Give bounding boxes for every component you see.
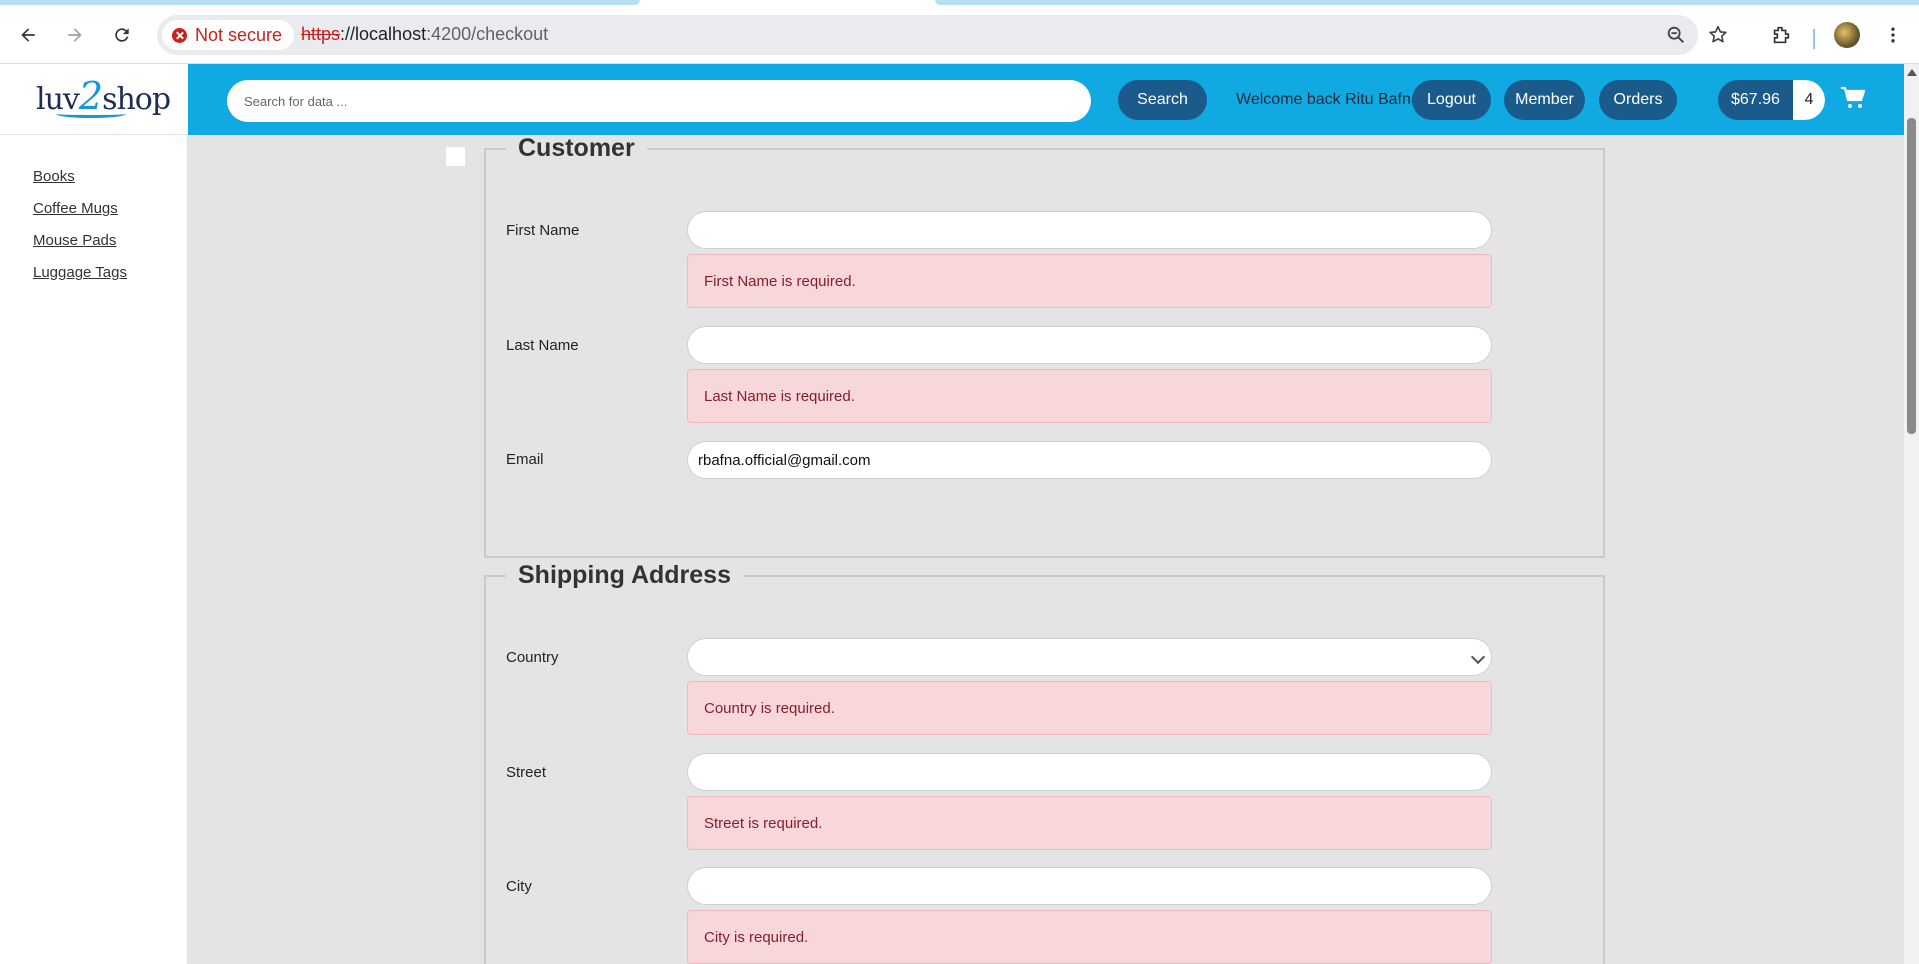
shopping-cart-icon[interactable] bbox=[1840, 86, 1866, 110]
customer-fieldset: Customer First Name First Name is requir… bbox=[484, 135, 1605, 558]
not-secure-icon bbox=[172, 27, 187, 43]
shipping-address-fieldset: Shipping Address Country Country is requ… bbox=[484, 561, 1605, 964]
last-name-label: Last Name bbox=[506, 337, 579, 354]
cart-quantity: 4 bbox=[1792, 80, 1825, 120]
search-button[interactable]: Search bbox=[1118, 80, 1207, 120]
chevron-down-icon bbox=[1470, 649, 1486, 665]
kebab-menu-icon[interactable] bbox=[1877, 19, 1909, 51]
sidebar-item-coffee-mugs[interactable]: Coffee Mugs bbox=[33, 200, 118, 217]
search-input[interactable] bbox=[227, 80, 1091, 122]
toolbar-divider bbox=[1813, 29, 1815, 49]
logo-swoosh bbox=[56, 110, 126, 118]
country-select[interactable] bbox=[687, 638, 1492, 676]
email-label: Email bbox=[506, 451, 544, 468]
checkbox[interactable] bbox=[446, 147, 465, 166]
zoom-icon[interactable] bbox=[1665, 24, 1687, 46]
security-label: Not secure bbox=[195, 24, 283, 45]
orders-button[interactable]: Orders bbox=[1599, 80, 1677, 120]
last-name-error: Last Name is required. bbox=[687, 369, 1492, 423]
cart-total: $67.96 bbox=[1718, 80, 1793, 120]
scroll-up-icon[interactable] bbox=[1907, 69, 1917, 76]
scroll-thumb[interactable] bbox=[1907, 118, 1916, 434]
logout-button[interactable]: Logout bbox=[1412, 80, 1491, 120]
browser-toolbar: Not secure https://localhost:4200/checko… bbox=[0, 5, 1919, 64]
profile-avatar[interactable] bbox=[1831, 19, 1863, 51]
city-field[interactable] bbox=[687, 867, 1492, 905]
bookmark-star-icon[interactable] bbox=[1707, 24, 1729, 46]
url-scheme: https bbox=[301, 24, 341, 44]
extensions-icon[interactable] bbox=[1765, 19, 1797, 51]
street-error: Street is required. bbox=[687, 796, 1492, 850]
category-sidebar: Books Coffee Mugs Mouse Pads Luggage Tag… bbox=[0, 135, 188, 964]
welcome-text: Welcome back Ritu Bafna bbox=[1236, 91, 1420, 108]
forward-icon[interactable] bbox=[59, 19, 91, 51]
sidebar-item-mouse-pads[interactable]: Mouse Pads bbox=[33, 232, 116, 249]
country-error: Country is required. bbox=[687, 681, 1492, 735]
url-path: :4200/checkout bbox=[426, 24, 549, 44]
street-label: Street bbox=[506, 764, 547, 781]
last-name-field[interactable] bbox=[687, 326, 1492, 364]
back-icon[interactable] bbox=[12, 19, 44, 51]
url-host: ://localhost bbox=[340, 24, 427, 44]
luv2shop-logo[interactable]: luv2shop bbox=[36, 74, 171, 118]
first-name-error: First Name is required. bbox=[687, 254, 1492, 308]
page-scrollbar[interactable] bbox=[1904, 64, 1919, 964]
city-label: City bbox=[506, 878, 532, 895]
city-error: City is required. bbox=[687, 910, 1492, 964]
country-label: Country bbox=[506, 649, 559, 666]
first-name-field[interactable] bbox=[687, 211, 1492, 249]
shipping-legend: Shipping Address bbox=[518, 561, 731, 589]
first-name-label: First Name bbox=[506, 222, 580, 239]
cart-status[interactable]: $67.96 4 bbox=[1718, 80, 1825, 120]
email-field[interactable]: rbafna.official@gmail.com bbox=[687, 441, 1492, 479]
url-text[interactable]: https://localhost:4200/checkout bbox=[301, 24, 548, 45]
security-chip[interactable]: Not secure bbox=[162, 20, 295, 50]
sidebar-item-books[interactable]: Books bbox=[33, 168, 75, 185]
top-header: Search Welcome back Ritu Bafna Logout Me… bbox=[188, 64, 1919, 135]
reload-icon[interactable] bbox=[106, 19, 138, 51]
street-field[interactable] bbox=[687, 753, 1492, 791]
checkout-form-area: Customer First Name First Name is requir… bbox=[188, 135, 1904, 964]
brand-area: luv2shop bbox=[0, 64, 188, 135]
app: luv2shop Search Welcome back Ritu Bafna … bbox=[0, 64, 1919, 964]
sidebar-item-luggage-tags[interactable]: Luggage Tags bbox=[33, 264, 127, 281]
address-bar[interactable]: Not secure https://localhost:4200/checko… bbox=[157, 15, 1727, 55]
customer-legend: Customer bbox=[518, 135, 635, 162]
member-button[interactable]: Member bbox=[1504, 80, 1585, 120]
